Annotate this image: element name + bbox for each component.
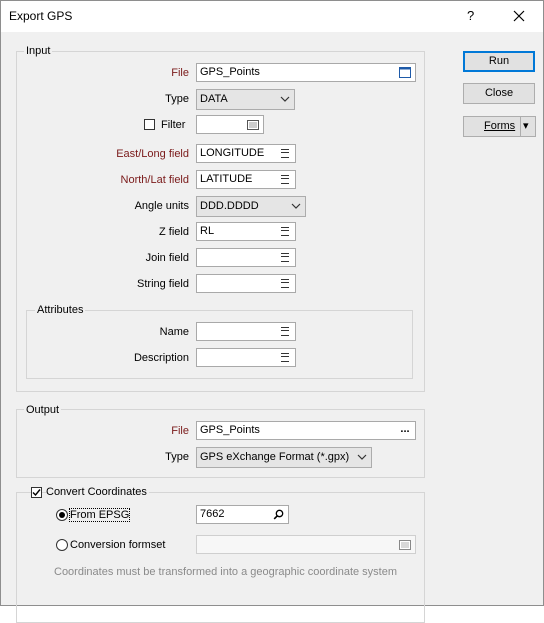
output-type-select[interactable]: GPS eXchange Format (*.gpx) xyxy=(196,447,372,468)
angle-units-value: DDD.DDDD xyxy=(200,200,259,212)
geographic-note: Coordinates must be transformed into a g… xyxy=(54,566,398,578)
output-group-label: Output xyxy=(24,404,62,416)
input-file-field[interactable]: GPS_Points xyxy=(196,63,416,82)
input-type-select[interactable]: DATA xyxy=(196,89,295,110)
angle-units-select[interactable]: DDD.DDDD xyxy=(196,196,306,217)
list-icon[interactable] xyxy=(278,325,292,338)
convert-coordinates-label: Convert Coordinates xyxy=(46,486,149,498)
input-type-label: Type xyxy=(165,93,189,105)
convert-coordinates-checkbox[interactable] xyxy=(31,487,42,498)
filter-field[interactable] xyxy=(196,115,264,134)
list-icon[interactable] xyxy=(278,225,292,238)
input-group-label: Input xyxy=(24,45,53,57)
z-field-value: RL xyxy=(200,225,215,237)
z-field-input[interactable]: RL xyxy=(196,222,296,241)
chevron-down-icon xyxy=(280,96,290,102)
output-file-field[interactable]: GPS_Points ... xyxy=(196,421,416,440)
east-field-value: LONGITUDE xyxy=(200,147,265,159)
input-type-value: DATA xyxy=(200,93,228,105)
search-icon[interactable] xyxy=(271,508,285,521)
list-icon[interactable] xyxy=(278,147,292,160)
output-file-label: File xyxy=(171,425,189,437)
close-window-button[interactable] xyxy=(507,5,531,27)
list-icon[interactable] xyxy=(278,251,292,264)
output-file-value: GPS_Points xyxy=(200,424,260,436)
list-icon[interactable] xyxy=(278,351,292,364)
attributes-group-label: Attributes xyxy=(35,304,86,316)
epsg-code-value: 7662 xyxy=(200,508,225,520)
east-field-input[interactable]: LONGITUDE xyxy=(196,144,296,163)
input-file-value: GPS_Points xyxy=(200,66,260,78)
join-field-label: Join field xyxy=(145,252,189,264)
output-type-value: GPS eXchange Format (*.gpx) xyxy=(200,451,350,463)
list-icon[interactable] xyxy=(278,277,292,290)
string-field-input[interactable] xyxy=(196,274,296,293)
conversion-formset-field[interactable] xyxy=(196,535,416,554)
forms-button[interactable]: Forms ▾ xyxy=(463,116,536,137)
z-field-label: Z field xyxy=(159,226,189,238)
conversion-formset-radio[interactable] xyxy=(56,539,68,551)
close-icon xyxy=(513,10,525,22)
dialog-body: Run Close Forms ▾ Input File GPS_Points … xyxy=(1,32,543,623)
title-bar: Export GPS ? xyxy=(1,1,543,32)
window-title: Export GPS xyxy=(9,9,73,23)
string-field-label: String field xyxy=(137,278,189,290)
chevron-down-icon xyxy=(357,454,367,460)
output-type-label: Type xyxy=(165,451,189,463)
formset-browse-icon[interactable] xyxy=(398,538,412,551)
north-field-label: North/Lat field xyxy=(120,174,189,186)
attr-name-input[interactable] xyxy=(196,322,296,341)
browse-ellipsis-icon[interactable]: ... xyxy=(398,422,412,435)
attr-description-input[interactable] xyxy=(196,348,296,367)
conversion-formset-label: Conversion formset xyxy=(70,539,166,551)
filter-browse-icon[interactable] xyxy=(246,118,260,131)
checkmark-icon xyxy=(32,489,41,497)
filter-checkbox[interactable] xyxy=(144,119,155,130)
north-field-input[interactable]: LATITUDE xyxy=(196,170,296,189)
from-epsg-radio[interactable] xyxy=(56,509,68,521)
forms-split-divider xyxy=(520,117,521,136)
forms-label: Forms xyxy=(484,120,516,132)
angle-units-label: Angle units xyxy=(134,200,189,212)
file-browse-icon[interactable] xyxy=(398,66,412,79)
north-field-value: LATITUDE xyxy=(200,173,253,185)
input-file-label: File xyxy=(171,67,189,79)
east-field-label: East/Long field xyxy=(116,148,189,160)
attr-name-label: Name xyxy=(159,326,189,338)
join-field-input[interactable] xyxy=(196,248,296,267)
export-gps-dialog: Export GPS ? Run Close Forms ▾ Input Fil… xyxy=(0,0,544,623)
close-button[interactable]: Close xyxy=(463,83,535,104)
attr-description-label: Description xyxy=(133,352,189,364)
filter-label: Filter xyxy=(161,119,186,131)
epsg-code-field[interactable]: 7662 xyxy=(196,505,289,524)
attributes-group xyxy=(26,310,413,379)
list-icon[interactable] xyxy=(278,173,292,186)
help-button[interactable]: ? xyxy=(467,8,474,23)
from-epsg-label: From EPSG xyxy=(68,508,131,522)
forms-dropdown-icon[interactable]: ▾ xyxy=(523,117,529,136)
run-button[interactable]: Run xyxy=(463,51,535,72)
chevron-down-icon xyxy=(291,203,301,209)
